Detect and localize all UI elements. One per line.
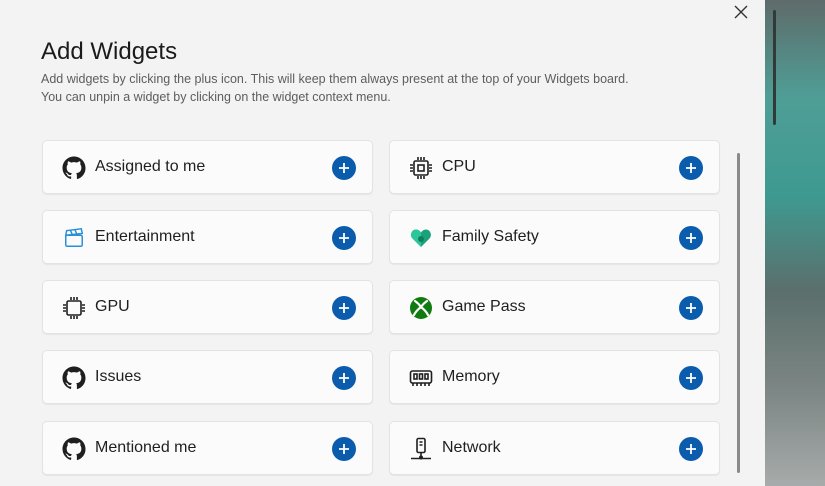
add-widget-button[interactable] (332, 366, 356, 390)
cpu-icon (408, 155, 434, 181)
widget-card-mentioned-me: Mentioned me (42, 421, 373, 475)
entertainment-icon (61, 225, 87, 251)
dialog-description: Add widgets by clicking the plus icon. T… (41, 70, 731, 106)
close-icon (734, 5, 748, 19)
widget-label: Game Pass (442, 298, 526, 315)
vertical-scrollbar[interactable] (737, 153, 740, 473)
dialog-title: Add Widgets (41, 38, 178, 65)
description-line-1: Add widgets by clicking the plus icon. T… (41, 72, 629, 86)
add-widget-button[interactable] (332, 226, 356, 250)
memory-icon (408, 365, 434, 391)
family-safety-icon (408, 225, 434, 251)
description-line-2: You can unpin a widget by clicking on th… (41, 90, 391, 104)
widget-label: Assigned to me (95, 158, 206, 175)
widget-label: Network (442, 439, 501, 456)
add-widget-button[interactable] (679, 296, 703, 320)
github-icon (61, 155, 87, 181)
plus-icon (339, 233, 349, 243)
widget-card-entertainment: Entertainment (42, 210, 373, 264)
add-widget-button[interactable] (679, 226, 703, 250)
add-widget-button[interactable] (679, 366, 703, 390)
plus-icon (339, 163, 349, 173)
plus-icon (686, 163, 696, 173)
widget-card-cpu: CPU (389, 140, 720, 194)
widget-card-family-safety: Family Safety (389, 210, 720, 264)
add-widget-button[interactable] (332, 156, 356, 180)
plus-icon (686, 233, 696, 243)
add-widget-button[interactable] (679, 437, 703, 461)
widget-label: Issues (95, 368, 142, 385)
plus-icon (339, 444, 349, 454)
widget-label: CPU (442, 158, 476, 175)
widget-card-assigned-to-me: Assigned to me (42, 140, 373, 194)
github-icon (61, 436, 87, 462)
github-icon (61, 365, 87, 391)
add-widget-button[interactable] (679, 156, 703, 180)
background-window-edge (773, 10, 776, 125)
widget-card-network: Network (389, 421, 720, 475)
widget-card-issues: Issues (42, 350, 373, 404)
plus-icon (686, 444, 696, 454)
widget-card-game-pass: Game Pass (389, 280, 720, 334)
plus-icon (686, 373, 696, 383)
close-button[interactable] (727, 0, 755, 24)
widget-label: Entertainment (95, 228, 195, 245)
gpu-icon (61, 295, 87, 321)
xbox-icon (408, 295, 434, 321)
network-icon (408, 436, 434, 462)
widget-label: GPU (95, 298, 130, 315)
plus-icon (339, 373, 349, 383)
add-widget-button[interactable] (332, 296, 356, 320)
widget-label: Family Safety (442, 228, 539, 245)
plus-icon (339, 303, 349, 313)
widget-label: Memory (442, 368, 500, 385)
add-widget-button[interactable] (332, 437, 356, 461)
widget-card-memory: Memory (389, 350, 720, 404)
widget-card-gpu: GPU (42, 280, 373, 334)
add-widgets-dialog: Add Widgets Add widgets by clicking the … (0, 0, 765, 486)
widget-label: Mentioned me (95, 439, 197, 456)
plus-icon (686, 303, 696, 313)
